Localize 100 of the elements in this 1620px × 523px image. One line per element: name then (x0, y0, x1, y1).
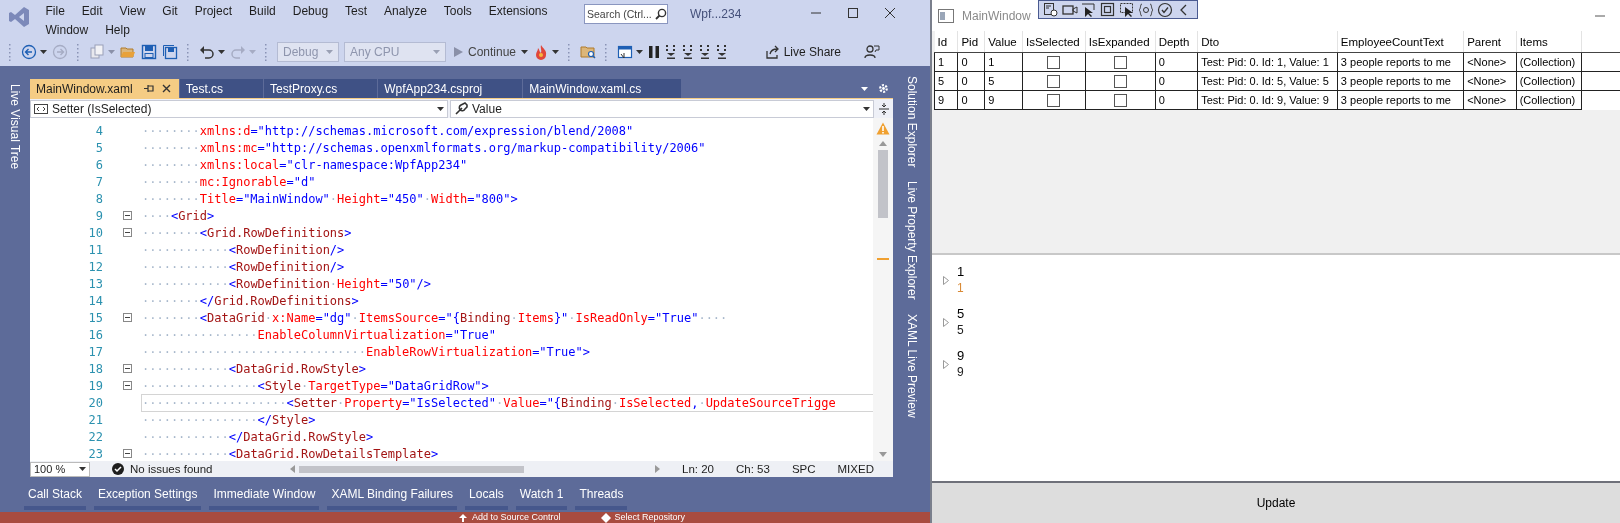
expand-icon[interactable] (943, 276, 949, 285)
document-tab[interactable]: TestProxy.cs (264, 79, 378, 98)
column-header[interactable]: IsExpanded (1085, 31, 1156, 53)
menu-item[interactable]: Extensions (480, 3, 557, 18)
caret-icon[interactable] (40, 50, 47, 54)
pointer-box-icon[interactable] (1119, 1, 1135, 18)
column-header[interactable]: EmployeeCountText (1337, 31, 1464, 53)
save-icon[interactable] (141, 44, 157, 60)
menu-item[interactable]: Debug (284, 3, 337, 18)
frame-icon[interactable] (1100, 1, 1116, 18)
checkbox[interactable] (1113, 93, 1127, 107)
toolbar-grip[interactable] (568, 43, 572, 61)
collapse-icon[interactable] (123, 449, 132, 458)
step-icon[interactable] (699, 44, 712, 60)
step-icon[interactable] (682, 44, 695, 60)
document-tab[interactable]: WpfApp234.csproj (378, 79, 523, 98)
caret-icon[interactable] (552, 50, 560, 54)
checkbox[interactable] (1113, 74, 1127, 88)
toolbar-grip[interactable] (77, 43, 80, 61)
maximize-icon[interactable] (847, 7, 859, 19)
update-button[interactable]: Update (932, 481, 1620, 523)
pointer-icon[interactable] (1081, 1, 1097, 18)
column-header[interactable]: IsSelected (1022, 31, 1086, 53)
tool-window-tab[interactable]: Solution Explorer (904, 72, 919, 172)
member-dropdown[interactable]: Value (450, 99, 874, 118)
column-header[interactable]: Pid (957, 31, 985, 53)
search-icon[interactable] (655, 8, 667, 20)
caret-icon[interactable] (863, 106, 870, 111)
close-icon[interactable] (884, 7, 896, 19)
tool-window-tab[interactable]: XAML Live Preview (904, 310, 919, 422)
caret-icon[interactable] (218, 50, 225, 54)
source-control-button[interactable]: Add to Source Control (472, 512, 561, 523)
menu-item[interactable]: Analyze (375, 3, 436, 18)
settings-icon[interactable] (878, 83, 889, 94)
toolbar-grip[interactable] (187, 43, 190, 61)
share-icon[interactable] (764, 45, 779, 59)
column-header[interactable]: Dto (1197, 31, 1338, 53)
feedback-icon[interactable] (864, 44, 880, 60)
expand-icon[interactable] (943, 318, 949, 327)
live-share-button[interactable]: Live Share (762, 45, 843, 59)
menu-item[interactable]: File (37, 3, 74, 18)
tool-window-tab[interactable]: Live Property Explorer (904, 177, 919, 305)
menu-item[interactable]: Build (240, 3, 285, 18)
caret-icon[interactable] (437, 106, 444, 111)
scroll-down-icon[interactable] (879, 452, 887, 457)
zoom-dropdown[interactable]: 100 % (30, 461, 90, 477)
continue-button[interactable]: Continue (451, 45, 519, 59)
caret-icon[interactable] (79, 467, 86, 471)
window-icon[interactable] (617, 44, 634, 60)
search-field[interactable]: Search (Ctrl... (584, 4, 668, 24)
tool-window-tab[interactable]: Live Visual Tree (8, 80, 22, 174)
column-header[interactable]: Depth (1155, 31, 1198, 53)
scroll-up-icon[interactable] (879, 141, 887, 146)
column-header[interactable]: Items (1516, 31, 1582, 53)
pin-icon[interactable] (143, 84, 155, 93)
column-header[interactable]: Parent (1463, 31, 1517, 53)
undo-icon[interactable] (199, 44, 215, 60)
checkbox[interactable] (1113, 55, 1127, 69)
caret-icon[interactable] (521, 50, 529, 54)
menu-item[interactable]: Git (153, 3, 187, 18)
pause-icon[interactable] (648, 45, 661, 59)
menu-item[interactable]: View (111, 3, 154, 18)
checkbox[interactable] (1047, 93, 1061, 107)
back-icon[interactable] (21, 44, 37, 60)
menu-item[interactable]: Help (96, 22, 139, 37)
split-icon[interactable] (878, 101, 890, 116)
repository-button[interactable]: Select Repository (614, 512, 686, 523)
save-all-icon[interactable] (162, 44, 178, 60)
collapse-icon[interactable] (123, 313, 132, 322)
scroll-thumb[interactable] (878, 150, 888, 218)
document-tab[interactable]: Test.cs (179, 79, 264, 98)
toolbar-grip[interactable] (9, 43, 12, 61)
check-circle-icon[interactable] (1157, 1, 1173, 18)
binding-icon[interactable] (1138, 1, 1154, 18)
column-header[interactable]: Id (934, 31, 958, 53)
collapse-icon[interactable] (123, 211, 132, 220)
folder-search-icon[interactable] (580, 44, 597, 60)
column-header[interactable]: Value (984, 31, 1023, 53)
document-tab[interactable]: MainWindow.xaml (30, 79, 179, 98)
checkbox[interactable] (1047, 74, 1061, 88)
close-icon[interactable] (161, 84, 171, 93)
expand-icon[interactable] (943, 360, 949, 369)
menu-item[interactable]: Window (37, 22, 97, 37)
toolbar-grip[interactable] (265, 43, 268, 61)
select-element-icon[interactable] (1043, 1, 1059, 18)
upload-icon[interactable] (458, 512, 468, 523)
collapse-icon[interactable] (123, 381, 132, 390)
menu-item[interactable]: Tools (435, 3, 481, 18)
document-tab[interactable]: MainWindow.xaml.cs (523, 79, 682, 98)
collapse-icon[interactable] (123, 228, 132, 237)
toolbar-grip[interactable] (605, 43, 609, 61)
menu-item[interactable]: Test (336, 3, 376, 18)
caret-icon[interactable] (636, 50, 644, 54)
menu-item[interactable]: Edit (73, 3, 112, 18)
scroll-thumb[interactable] (299, 465, 524, 473)
step-icon[interactable] (665, 44, 678, 60)
collapse-icon[interactable] (123, 364, 132, 373)
step-icon[interactable] (716, 44, 729, 60)
menu-item[interactable]: Project (186, 3, 241, 18)
checkbox[interactable] (1047, 55, 1061, 69)
